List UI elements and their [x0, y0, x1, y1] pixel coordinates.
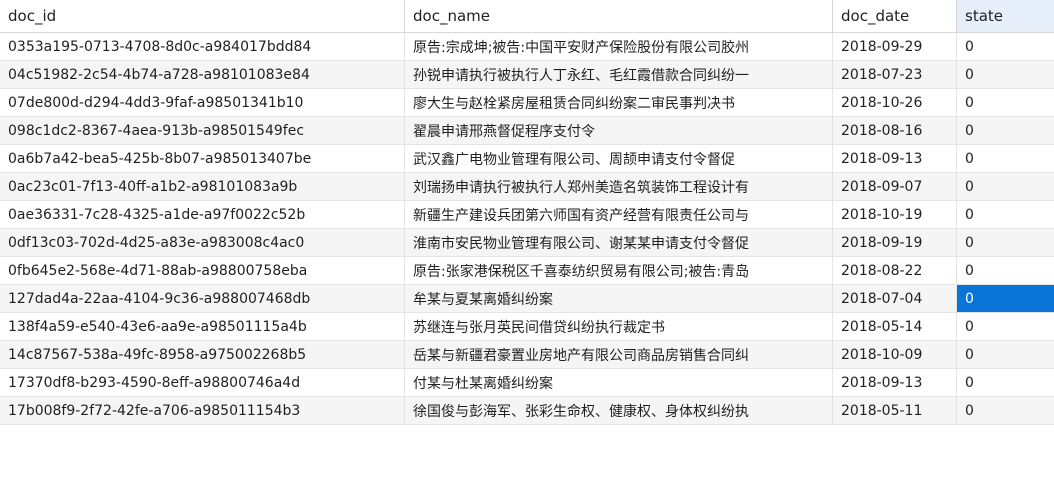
- cell-state[interactable]: 0: [957, 201, 1054, 228]
- cell-doc-id[interactable]: 17370df8-b293-4590-8eff-a98800746a4d: [0, 369, 405, 396]
- cell-doc-date[interactable]: 2018-09-13: [833, 369, 957, 396]
- table-row[interactable]: 0ae36331-7c28-4325-a1de-a97f0022c52b 新疆生产…: [0, 201, 1054, 229]
- cell-doc-name[interactable]: 徐国俊与彭海军、张彩生命权、健康权、身体权纠纷执: [405, 397, 833, 424]
- cell-doc-date[interactable]: 2018-09-29: [833, 33, 957, 60]
- cell-doc-date[interactable]: 2018-07-23: [833, 61, 957, 88]
- cell-doc-date[interactable]: 2018-05-11: [833, 397, 957, 424]
- cell-doc-id[interactable]: 07de800d-d294-4dd3-9faf-a98501341b10: [0, 89, 405, 116]
- table-row[interactable]: 0ac23c01-7f13-40ff-a1b2-a98101083a9b 刘瑞扬申…: [0, 173, 1054, 201]
- cell-state[interactable]: 0: [957, 89, 1054, 116]
- cell-doc-name[interactable]: 孙锐申请执行被执行人丁永红、毛红霞借款合同纠纷一: [405, 61, 833, 88]
- cell-doc-name[interactable]: 原告:张家港保税区千喜泰纺织贸易有限公司;被告:青岛: [405, 257, 833, 284]
- cell-doc-date[interactable]: 2018-08-16: [833, 117, 957, 144]
- column-header-doc-id[interactable]: doc_id: [0, 0, 405, 32]
- cell-state[interactable]: 0: [957, 145, 1054, 172]
- cell-doc-id[interactable]: 0ae36331-7c28-4325-a1de-a97f0022c52b: [0, 201, 405, 228]
- cell-doc-date[interactable]: 2018-10-19: [833, 201, 957, 228]
- cell-doc-id[interactable]: 138f4a59-e540-43e6-aa9e-a98501115a4b: [0, 313, 405, 340]
- cell-doc-id[interactable]: 127dad4a-22aa-4104-9c36-a988007468db: [0, 285, 405, 312]
- cell-state[interactable]: 0: [957, 229, 1054, 256]
- cell-doc-id[interactable]: 0fb645e2-568e-4d71-88ab-a98800758eba: [0, 257, 405, 284]
- cell-doc-date[interactable]: 2018-09-19: [833, 229, 957, 256]
- cell-state[interactable]: 0: [957, 33, 1054, 60]
- cell-doc-name[interactable]: 原告:宗成坤;被告:中国平安财产保险股份有限公司胶州: [405, 33, 833, 60]
- cell-state[interactable]: 0: [957, 117, 1054, 144]
- cell-doc-name[interactable]: 淮南市安民物业管理有限公司、谢某某申请支付令督促: [405, 229, 833, 256]
- cell-doc-name[interactable]: 付某与杜某离婚纠纷案: [405, 369, 833, 396]
- column-header-doc-name[interactable]: doc_name: [405, 0, 833, 32]
- cell-doc-name[interactable]: 刘瑞扬申请执行被执行人郑州美造名筑装饰工程设计有: [405, 173, 833, 200]
- cell-state[interactable]: 0: [957, 61, 1054, 88]
- cell-doc-id[interactable]: 0353a195-0713-4708-8d0c-a984017bdd84: [0, 33, 405, 60]
- cell-doc-id[interactable]: 17b008f9-2f72-42fe-a706-a985011154b3: [0, 397, 405, 424]
- cell-doc-date[interactable]: 2018-10-26: [833, 89, 957, 116]
- table-row[interactable]: 17370df8-b293-4590-8eff-a98800746a4d 付某与杜…: [0, 369, 1054, 397]
- cell-state[interactable]: 0: [957, 257, 1054, 284]
- cell-doc-name[interactable]: 岳某与新疆君豪置业房地产有限公司商品房销售合同纠: [405, 341, 833, 368]
- cell-state[interactable]: 0: [957, 369, 1054, 396]
- cell-doc-date[interactable]: 2018-05-14: [833, 313, 957, 340]
- cell-doc-id[interactable]: 0df13c03-702d-4d25-a83e-a983008c4ac0: [0, 229, 405, 256]
- cell-doc-id[interactable]: 14c87567-538a-49fc-8958-a975002268b5: [0, 341, 405, 368]
- header-row: doc_id doc_name doc_date state: [0, 0, 1054, 33]
- grid-body: 0353a195-0713-4708-8d0c-a984017bdd84 原告:宗…: [0, 33, 1054, 425]
- table-row[interactable]: 127dad4a-22aa-4104-9c36-a988007468db 牟某与夏…: [0, 285, 1054, 313]
- cell-state[interactable]: 0: [957, 285, 1054, 312]
- table-row[interactable]: 04c51982-2c54-4b74-a728-a98101083e84 孙锐申请…: [0, 61, 1054, 89]
- cell-doc-date[interactable]: 2018-08-22: [833, 257, 957, 284]
- cell-doc-name[interactable]: 廖大生与赵栓紧房屋租赁合同纠纷案二审民事判决书: [405, 89, 833, 116]
- table-row[interactable]: 0353a195-0713-4708-8d0c-a984017bdd84 原告:宗…: [0, 33, 1054, 61]
- column-header-state[interactable]: state: [957, 0, 1054, 32]
- cell-doc-date[interactable]: 2018-10-09: [833, 341, 957, 368]
- cell-state[interactable]: 0: [957, 313, 1054, 340]
- results-grid: doc_id doc_name doc_date state 0353a195-…: [0, 0, 1054, 487]
- cell-doc-name[interactable]: 翟晨申请邢燕督促程序支付令: [405, 117, 833, 144]
- table-row[interactable]: 0fb645e2-568e-4d71-88ab-a98800758eba 原告:张…: [0, 257, 1054, 285]
- cell-doc-date[interactable]: 2018-09-07: [833, 173, 957, 200]
- table-row[interactable]: 17b008f9-2f72-42fe-a706-a985011154b3 徐国俊与…: [0, 397, 1054, 425]
- cell-doc-id[interactable]: 04c51982-2c54-4b74-a728-a98101083e84: [0, 61, 405, 88]
- table-row[interactable]: 138f4a59-e540-43e6-aa9e-a98501115a4b 苏继连与…: [0, 313, 1054, 341]
- cell-state[interactable]: 0: [957, 397, 1054, 424]
- cell-doc-date[interactable]: 2018-09-13: [833, 145, 957, 172]
- table-row[interactable]: 14c87567-538a-49fc-8958-a975002268b5 岳某与新…: [0, 341, 1054, 369]
- cell-doc-id[interactable]: 0ac23c01-7f13-40ff-a1b2-a98101083a9b: [0, 173, 405, 200]
- cell-state[interactable]: 0: [957, 173, 1054, 200]
- table-row[interactable]: 098c1dc2-8367-4aea-913b-a98501549fec 翟晨申请…: [0, 117, 1054, 145]
- cell-doc-date[interactable]: 2018-07-04: [833, 285, 957, 312]
- cell-doc-name[interactable]: 新疆生产建设兵团第六师国有资产经营有限责任公司与: [405, 201, 833, 228]
- cell-doc-name[interactable]: 武汉鑫广电物业管理有限公司、周颉申请支付令督促: [405, 145, 833, 172]
- table-row[interactable]: 0df13c03-702d-4d25-a83e-a983008c4ac0 淮南市安…: [0, 229, 1054, 257]
- cell-doc-id[interactable]: 098c1dc2-8367-4aea-913b-a98501549fec: [0, 117, 405, 144]
- column-header-doc-date[interactable]: doc_date: [833, 0, 957, 32]
- cell-state[interactable]: 0: [957, 341, 1054, 368]
- table-row[interactable]: 07de800d-d294-4dd3-9faf-a98501341b10 廖大生与…: [0, 89, 1054, 117]
- cell-doc-id[interactable]: 0a6b7a42-bea5-425b-8b07-a985013407be: [0, 145, 405, 172]
- cell-doc-name[interactable]: 牟某与夏某离婚纠纷案: [405, 285, 833, 312]
- table-row[interactable]: 0a6b7a42-bea5-425b-8b07-a985013407be 武汉鑫广…: [0, 145, 1054, 173]
- cell-doc-name[interactable]: 苏继连与张月英民间借贷纠纷执行裁定书: [405, 313, 833, 340]
